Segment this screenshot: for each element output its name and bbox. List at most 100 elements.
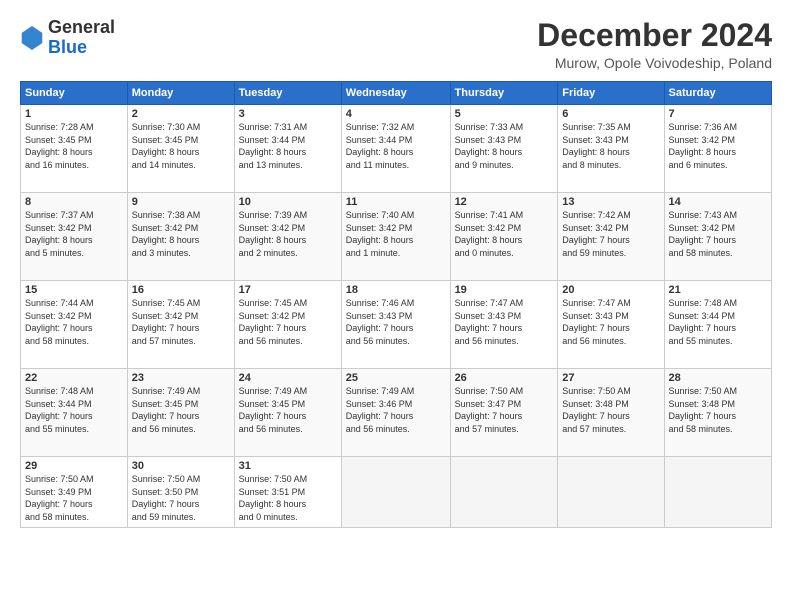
table-row: 11Sunrise: 7:40 AMSunset: 3:42 PMDayligh… bbox=[341, 193, 450, 281]
day-info: Sunrise: 7:50 AMSunset: 3:48 PMDaylight:… bbox=[669, 385, 767, 435]
day-number: 4 bbox=[346, 108, 446, 120]
header-tuesday: Tuesday bbox=[234, 82, 341, 105]
table-row: 10Sunrise: 7:39 AMSunset: 3:42 PMDayligh… bbox=[234, 193, 341, 281]
calendar-table: Sunday Monday Tuesday Wednesday Thursday… bbox=[20, 81, 772, 527]
table-row: 18Sunrise: 7:46 AMSunset: 3:43 PMDayligh… bbox=[341, 281, 450, 369]
day-info: Sunrise: 7:42 AMSunset: 3:42 PMDaylight:… bbox=[562, 209, 659, 259]
table-row bbox=[341, 457, 450, 527]
table-row: 22Sunrise: 7:48 AMSunset: 3:44 PMDayligh… bbox=[21, 369, 128, 457]
day-info: Sunrise: 7:48 AMSunset: 3:44 PMDaylight:… bbox=[25, 385, 123, 435]
day-info: Sunrise: 7:36 AMSunset: 3:42 PMDaylight:… bbox=[669, 121, 767, 171]
day-info: Sunrise: 7:50 AMSunset: 3:48 PMDaylight:… bbox=[562, 385, 659, 435]
day-number: 26 bbox=[455, 372, 554, 384]
header-monday: Monday bbox=[127, 82, 234, 105]
day-info: Sunrise: 7:45 AMSunset: 3:42 PMDaylight:… bbox=[132, 297, 230, 347]
table-row: 16Sunrise: 7:45 AMSunset: 3:42 PMDayligh… bbox=[127, 281, 234, 369]
day-number: 2 bbox=[132, 108, 230, 120]
day-info: Sunrise: 7:31 AMSunset: 3:44 PMDaylight:… bbox=[239, 121, 337, 171]
table-row: 1Sunrise: 7:28 AMSunset: 3:45 PMDaylight… bbox=[21, 105, 128, 193]
header: General Blue December 2024 Murow, Opole … bbox=[20, 18, 772, 71]
table-row: 7Sunrise: 7:36 AMSunset: 3:42 PMDaylight… bbox=[664, 105, 771, 193]
table-row: 13Sunrise: 7:42 AMSunset: 3:42 PMDayligh… bbox=[558, 193, 664, 281]
day-number: 6 bbox=[562, 108, 659, 120]
day-info: Sunrise: 7:50 AMSunset: 3:50 PMDaylight:… bbox=[132, 473, 230, 523]
day-info: Sunrise: 7:49 AMSunset: 3:45 PMDaylight:… bbox=[239, 385, 337, 435]
table-row: 12Sunrise: 7:41 AMSunset: 3:42 PMDayligh… bbox=[450, 193, 558, 281]
logo-blue-text: Blue bbox=[48, 38, 115, 58]
day-number: 13 bbox=[562, 196, 659, 208]
day-number: 23 bbox=[132, 372, 230, 384]
table-row: 27Sunrise: 7:50 AMSunset: 3:48 PMDayligh… bbox=[558, 369, 664, 457]
day-number: 8 bbox=[25, 196, 123, 208]
day-info: Sunrise: 7:43 AMSunset: 3:42 PMDaylight:… bbox=[669, 209, 767, 259]
table-row: 19Sunrise: 7:47 AMSunset: 3:43 PMDayligh… bbox=[450, 281, 558, 369]
table-row: 31Sunrise: 7:50 AMSunset: 3:51 PMDayligh… bbox=[234, 457, 341, 527]
table-row bbox=[558, 457, 664, 527]
day-info: Sunrise: 7:40 AMSunset: 3:42 PMDaylight:… bbox=[346, 209, 446, 259]
day-number: 12 bbox=[455, 196, 554, 208]
logo: General Blue bbox=[20, 18, 115, 58]
day-info: Sunrise: 7:38 AMSunset: 3:42 PMDaylight:… bbox=[132, 209, 230, 259]
day-info: Sunrise: 7:49 AMSunset: 3:46 PMDaylight:… bbox=[346, 385, 446, 435]
day-info: Sunrise: 7:30 AMSunset: 3:45 PMDaylight:… bbox=[132, 121, 230, 171]
day-number: 24 bbox=[239, 372, 337, 384]
day-info: Sunrise: 7:37 AMSunset: 3:42 PMDaylight:… bbox=[25, 209, 123, 259]
table-row: 8Sunrise: 7:37 AMSunset: 3:42 PMDaylight… bbox=[21, 193, 128, 281]
table-row: 15Sunrise: 7:44 AMSunset: 3:42 PMDayligh… bbox=[21, 281, 128, 369]
day-info: Sunrise: 7:35 AMSunset: 3:43 PMDaylight:… bbox=[562, 121, 659, 171]
table-row: 28Sunrise: 7:50 AMSunset: 3:48 PMDayligh… bbox=[664, 369, 771, 457]
day-number: 27 bbox=[562, 372, 659, 384]
day-info: Sunrise: 7:50 AMSunset: 3:51 PMDaylight:… bbox=[239, 473, 337, 523]
header-friday: Friday bbox=[558, 82, 664, 105]
day-info: Sunrise: 7:28 AMSunset: 3:45 PMDaylight:… bbox=[25, 121, 123, 171]
header-wednesday: Wednesday bbox=[341, 82, 450, 105]
table-row: 29Sunrise: 7:50 AMSunset: 3:49 PMDayligh… bbox=[21, 457, 128, 527]
day-info: Sunrise: 7:41 AMSunset: 3:42 PMDaylight:… bbox=[455, 209, 554, 259]
day-number: 3 bbox=[239, 108, 337, 120]
table-row: 3Sunrise: 7:31 AMSunset: 3:44 PMDaylight… bbox=[234, 105, 341, 193]
location-subtitle: Murow, Opole Voivodeship, Poland bbox=[537, 55, 772, 71]
table-row bbox=[664, 457, 771, 527]
day-info: Sunrise: 7:32 AMSunset: 3:44 PMDaylight:… bbox=[346, 121, 446, 171]
day-number: 31 bbox=[239, 460, 337, 472]
table-row: 5Sunrise: 7:33 AMSunset: 3:43 PMDaylight… bbox=[450, 105, 558, 193]
day-info: Sunrise: 7:39 AMSunset: 3:42 PMDaylight:… bbox=[239, 209, 337, 259]
table-row: 6Sunrise: 7:35 AMSunset: 3:43 PMDaylight… bbox=[558, 105, 664, 193]
table-row: 23Sunrise: 7:49 AMSunset: 3:45 PMDayligh… bbox=[127, 369, 234, 457]
day-info: Sunrise: 7:46 AMSunset: 3:43 PMDaylight:… bbox=[346, 297, 446, 347]
title-block: December 2024 Murow, Opole Voivodeship, … bbox=[537, 18, 772, 71]
day-number: 17 bbox=[239, 284, 337, 296]
day-number: 11 bbox=[346, 196, 446, 208]
table-row: 9Sunrise: 7:38 AMSunset: 3:42 PMDaylight… bbox=[127, 193, 234, 281]
day-info: Sunrise: 7:45 AMSunset: 3:42 PMDaylight:… bbox=[239, 297, 337, 347]
day-info: Sunrise: 7:50 AMSunset: 3:47 PMDaylight:… bbox=[455, 385, 554, 435]
table-row: 4Sunrise: 7:32 AMSunset: 3:44 PMDaylight… bbox=[341, 105, 450, 193]
table-row: 21Sunrise: 7:48 AMSunset: 3:44 PMDayligh… bbox=[664, 281, 771, 369]
logo-general-text: General bbox=[48, 18, 115, 38]
day-info: Sunrise: 7:44 AMSunset: 3:42 PMDaylight:… bbox=[25, 297, 123, 347]
day-info: Sunrise: 7:47 AMSunset: 3:43 PMDaylight:… bbox=[455, 297, 554, 347]
day-number: 21 bbox=[669, 284, 767, 296]
day-number: 9 bbox=[132, 196, 230, 208]
day-number: 1 bbox=[25, 108, 123, 120]
header-saturday: Saturday bbox=[664, 82, 771, 105]
day-info: Sunrise: 7:50 AMSunset: 3:49 PMDaylight:… bbox=[25, 473, 123, 523]
day-number: 14 bbox=[669, 196, 767, 208]
day-info: Sunrise: 7:47 AMSunset: 3:43 PMDaylight:… bbox=[562, 297, 659, 347]
day-number: 25 bbox=[346, 372, 446, 384]
day-info: Sunrise: 7:49 AMSunset: 3:45 PMDaylight:… bbox=[132, 385, 230, 435]
day-number: 10 bbox=[239, 196, 337, 208]
day-number: 16 bbox=[132, 284, 230, 296]
table-row bbox=[450, 457, 558, 527]
day-number: 22 bbox=[25, 372, 123, 384]
table-row: 14Sunrise: 7:43 AMSunset: 3:42 PMDayligh… bbox=[664, 193, 771, 281]
day-number: 7 bbox=[669, 108, 767, 120]
table-row: 24Sunrise: 7:49 AMSunset: 3:45 PMDayligh… bbox=[234, 369, 341, 457]
day-number: 5 bbox=[455, 108, 554, 120]
day-info: Sunrise: 7:33 AMSunset: 3:43 PMDaylight:… bbox=[455, 121, 554, 171]
table-row: 20Sunrise: 7:47 AMSunset: 3:43 PMDayligh… bbox=[558, 281, 664, 369]
calendar-header-row: Sunday Monday Tuesday Wednesday Thursday… bbox=[21, 82, 772, 105]
day-number: 30 bbox=[132, 460, 230, 472]
day-number: 15 bbox=[25, 284, 123, 296]
logo-text: General Blue bbox=[48, 18, 115, 58]
